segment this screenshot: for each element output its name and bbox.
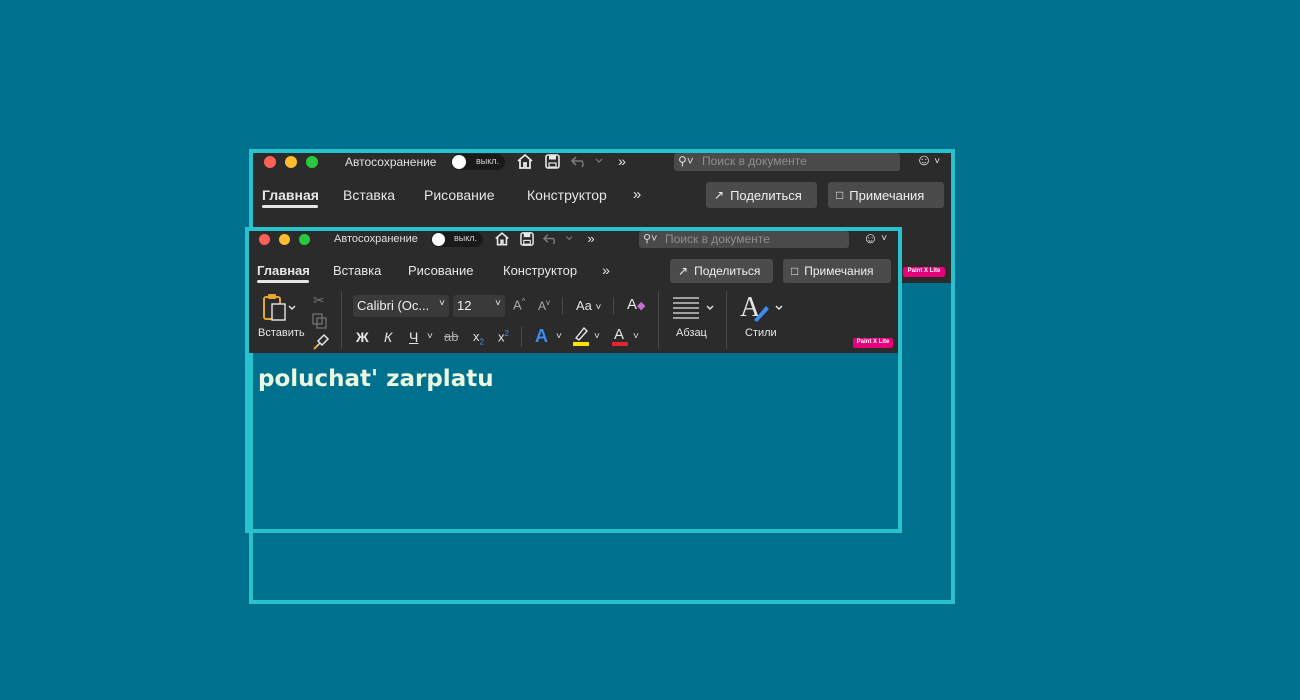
more-tabs-icon[interactable]: » <box>629 185 645 203</box>
search-placeholder: Поиск в документе <box>665 232 770 246</box>
save-icon[interactable] <box>518 231 535 247</box>
smiley-icon[interactable]: ☺ ˅ <box>859 231 891 247</box>
font-name-dropdown[interactable]: Calibri (Ос... ˅ <box>353 295 449 317</box>
autosave-toggle-label: выкл. <box>475 156 499 166</box>
font-name-value: Calibri (Ос... <box>357 298 430 313</box>
minimize-button[interactable] <box>279 234 290 245</box>
search-icon: ⚲˅ <box>643 233 658 245</box>
tab-draw[interactable]: Рисование <box>424 187 495 203</box>
font-color-icon[interactable]: A <box>611 326 629 351</box>
italic-button[interactable]: К <box>384 329 392 345</box>
search-icon: ⚲˅ <box>678 154 694 168</box>
share-icon: ↗ <box>678 264 689 278</box>
ribbon-separator <box>562 297 563 315</box>
tab-insert[interactable]: Вставка <box>333 263 381 278</box>
autosave-toggle-label: выкл. <box>453 233 477 243</box>
share-button[interactable]: ↗ Поделиться <box>706 182 817 208</box>
app-badge: Paint X Lite <box>853 338 893 348</box>
grow-font-icon[interactable]: A^ <box>513 297 525 312</box>
tab-home-underline <box>257 280 309 283</box>
search-input[interactable]: ⚲˅ Поиск в документе <box>639 231 849 248</box>
shrink-font-icon[interactable]: Av <box>538 298 550 313</box>
search-placeholder: Поиск в документе <box>702 154 807 168</box>
tab-home[interactable]: Главная <box>262 187 319 203</box>
more-icon[interactable]: » <box>613 153 631 170</box>
ribbon-separator <box>726 291 727 349</box>
comments-button[interactable]: □ Примечания <box>828 182 944 208</box>
tab-draw[interactable]: Рисование <box>408 263 473 278</box>
ribbon-separator <box>613 297 614 315</box>
autosave-label: Автосохранение <box>334 233 418 245</box>
font-size-value: 12 <box>457 298 472 313</box>
back-titlebar: Автосохранение выкл. » ⚲˅ Поиск в докуме… <box>253 153 951 183</box>
share-label: Поделиться <box>694 264 761 278</box>
copy-icon[interactable] <box>312 313 328 334</box>
change-case-icon[interactable]: Aa ˅ <box>576 298 601 313</box>
comments-button[interactable]: □ Примечания <box>783 259 891 283</box>
app-badge: Paint X Lite <box>903 267 945 277</box>
tab-home-underline <box>262 205 318 208</box>
ribbon-separator <box>341 291 342 349</box>
paste-icon[interactable] <box>262 293 298 323</box>
svg-text:A: A <box>614 326 624 343</box>
share-icon: ↗ <box>714 188 725 202</box>
autosave-label: Автосохранение <box>345 155 437 169</box>
chevron-down-icon[interactable]: ˅ <box>594 331 600 342</box>
close-button[interactable] <box>259 234 270 245</box>
bold-button[interactable]: Ж <box>356 329 369 345</box>
close-button[interactable] <box>264 156 276 168</box>
clear-format-icon[interactable]: A◆ <box>627 296 645 313</box>
chevron-down-icon[interactable]: ˅ <box>427 331 433 342</box>
comments-label: Примечания <box>804 264 874 278</box>
chevron-down-icon[interactable]: ˅ <box>556 331 562 342</box>
comments-label: Примечания <box>849 187 925 203</box>
format-painter-icon[interactable] <box>312 333 330 353</box>
highlight-icon[interactable] <box>572 326 590 351</box>
search-input[interactable]: ⚲˅ Поиск в документе <box>674 153 900 171</box>
paragraph-label[interactable]: Абзац <box>676 327 707 339</box>
superscript-button[interactable]: x2 <box>498 329 509 344</box>
minimize-button[interactable] <box>285 156 297 168</box>
cut-icon[interactable]: ✂ <box>313 292 325 309</box>
share-label: Поделиться <box>730 187 802 203</box>
tab-design[interactable]: Конструктор <box>503 263 577 278</box>
tab-home[interactable]: Главная <box>257 263 310 278</box>
chevron-down-icon: ˅ <box>439 298 445 309</box>
font-size-dropdown[interactable]: 12 ˅ <box>453 295 505 317</box>
save-icon[interactable] <box>543 153 561 170</box>
text-effects-icon[interactable]: A <box>535 326 548 347</box>
more-tabs-icon[interactable]: » <box>598 261 614 278</box>
paragraph-icon[interactable] <box>672 295 716 324</box>
autosave-toggle[interactable]: выкл. <box>451 154 505 170</box>
front-word-window: Автосохранение выкл. » ⚲˅ Поиск в докуме… <box>249 231 898 353</box>
comment-icon: □ <box>791 264 799 278</box>
comment-icon: □ <box>836 188 844 202</box>
share-button[interactable]: ↗ Поделиться <box>670 259 773 283</box>
autosave-toggle[interactable]: выкл. <box>431 232 483 247</box>
more-icon[interactable]: » <box>583 231 599 247</box>
home-icon[interactable] <box>515 153 535 170</box>
smiley-icon[interactable]: ☺ ˅ <box>913 153 943 170</box>
chevron-down-icon[interactable]: ˅ <box>633 331 639 342</box>
underline-button[interactable]: Ч <box>409 329 418 345</box>
styles-icon[interactable]: A <box>740 292 784 329</box>
ribbon-separator <box>521 327 522 347</box>
document-text[interactable]: poluchat' zarplatu <box>258 366 494 392</box>
zoom-button[interactable] <box>299 234 310 245</box>
zoom-button[interactable] <box>306 156 318 168</box>
tab-insert[interactable]: Вставка <box>343 187 395 203</box>
home-icon[interactable] <box>493 231 511 247</box>
tab-design[interactable]: Конструктор <box>527 187 607 203</box>
subscript-button[interactable]: x2 <box>473 329 484 347</box>
chevron-down-icon: ˅ <box>495 298 501 309</box>
ribbon-separator <box>658 291 659 349</box>
undo-icon[interactable] <box>541 231 575 247</box>
strikethrough-button[interactable]: ab <box>444 329 458 344</box>
paste-label[interactable]: Вставить <box>258 327 305 339</box>
undo-icon[interactable] <box>569 153 605 170</box>
front-titlebar: Автосохранение выкл. » ⚲˅ Поиск в докуме… <box>249 231 898 261</box>
styles-label[interactable]: Стили <box>745 327 777 339</box>
